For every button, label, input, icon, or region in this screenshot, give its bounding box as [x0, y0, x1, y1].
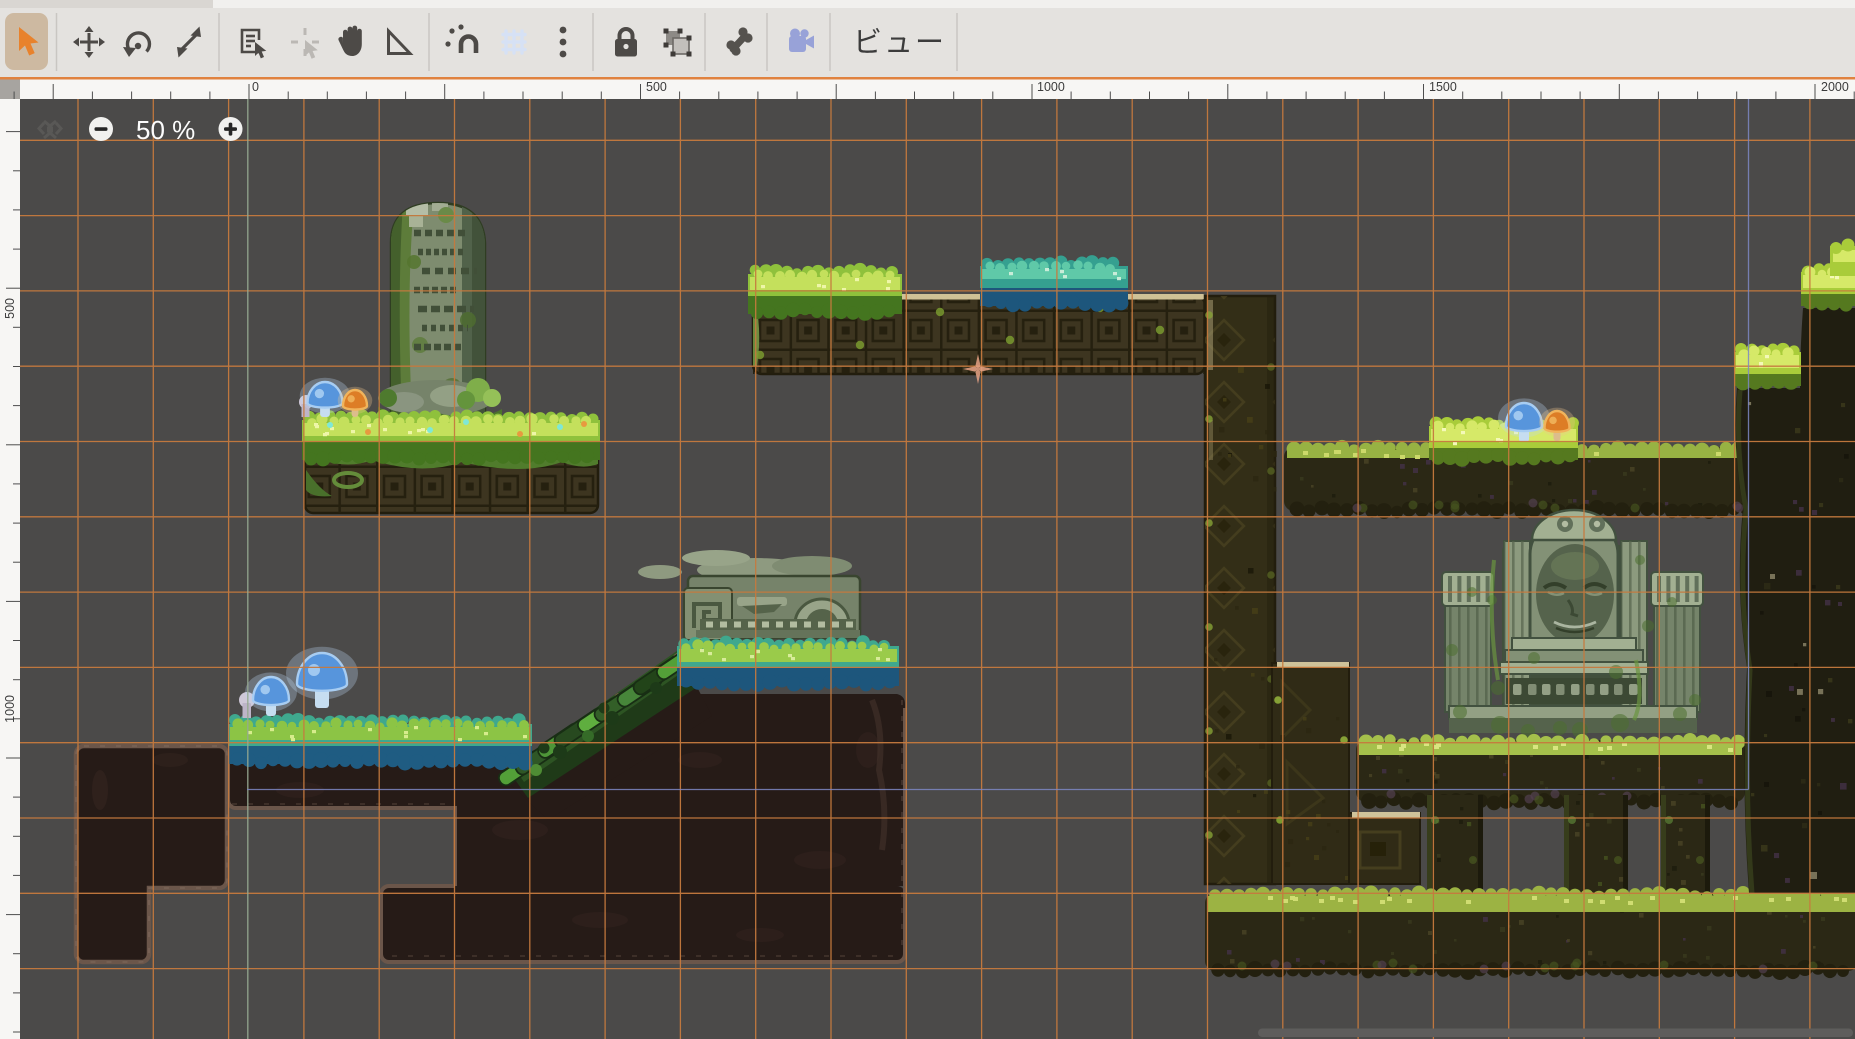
svg-text:50 %: 50 % — [136, 115, 195, 145]
svg-text:500: 500 — [3, 298, 17, 319]
svg-text:ビュー: ビュー — [853, 27, 946, 59]
svg-text:2000: 2000 — [1821, 80, 1849, 94]
svg-text:500: 500 — [646, 80, 667, 94]
svg-text:0: 0 — [252, 80, 259, 94]
svg-text:1500: 1500 — [1429, 80, 1457, 94]
svg-text:1000: 1000 — [3, 695, 17, 723]
svg-text:1000: 1000 — [1037, 80, 1065, 94]
